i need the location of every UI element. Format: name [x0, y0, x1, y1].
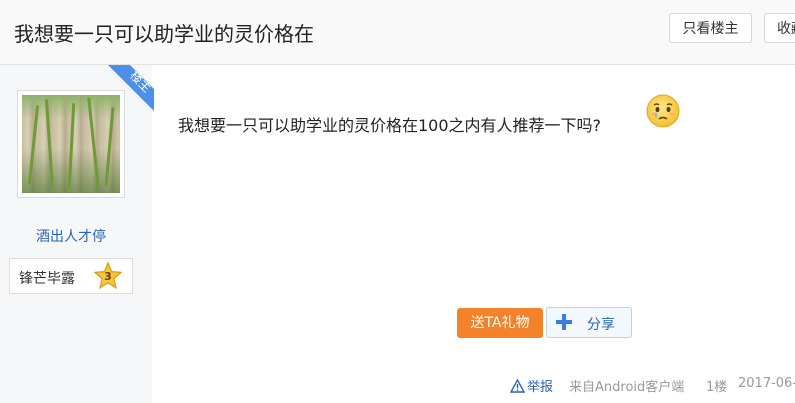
post-page: 我想要一只可以助学业的灵价格在 只看楼主 收藏 楼主 酒出人才停 锋芒毕露 3: [0, 0, 795, 403]
member-badge[interactable]: 锋芒毕露 3: [9, 258, 133, 294]
floor-number: 1楼: [706, 380, 728, 395]
thread-header: 我想要一只可以助学业的灵价格在 只看楼主 收藏: [0, 0, 795, 65]
post-body-text: 我想要一只可以助学业的灵价格在100之内有人推荐一下吗?: [178, 116, 602, 135]
level-number: 3: [104, 270, 112, 283]
avatar-frame[interactable]: [17, 90, 125, 198]
badge-label: 锋芒毕露: [19, 271, 75, 287]
report-link[interactable]: 举报: [510, 376, 553, 395]
only-op-button[interactable]: 只看楼主: [669, 13, 752, 43]
post-source: 来自Android客户端: [569, 380, 685, 395]
avatar[interactable]: [22, 95, 120, 193]
plus-icon: [556, 314, 572, 330]
post-date: 2017-06-: [738, 376, 795, 391]
share-label: 分享: [587, 317, 615, 333]
author-username[interactable]: 酒出人才停: [0, 226, 142, 246]
collect-button[interactable]: 收藏: [764, 13, 795, 43]
crying-face-icon: [645, 93, 681, 129]
share-button[interactable]: 分享: [546, 307, 632, 338]
report-label: 举报: [527, 380, 554, 395]
send-gift-button[interactable]: 送TA礼物: [457, 308, 543, 338]
thread-title: 我想要一只可以助学业的灵价格在: [14, 22, 314, 46]
level-star-icon: 3: [93, 261, 123, 290]
warning-icon: [510, 379, 525, 393]
avatar-branch: [104, 107, 115, 187]
